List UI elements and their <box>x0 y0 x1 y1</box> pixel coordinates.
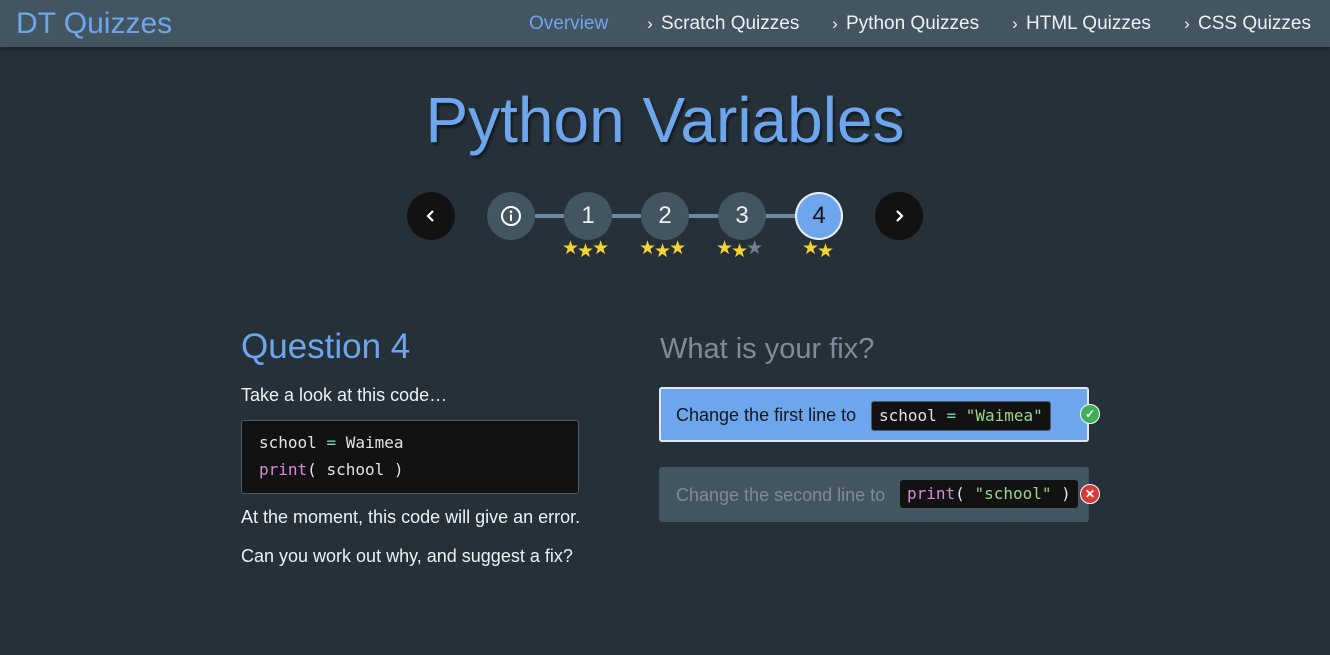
step-connector <box>612 214 641 218</box>
chevron-right-icon: › <box>647 14 653 33</box>
step-connector <box>766 214 795 218</box>
chevron-right-icon: › <box>1184 14 1190 33</box>
step-4-stars: ★★ <box>802 237 834 262</box>
wrong-cross-icon: ✕ <box>1080 484 1100 504</box>
step-info[interactable] <box>487 192 535 240</box>
star-filled-icon: ★ <box>562 238 579 259</box>
step-label: 2 <box>658 202 672 229</box>
top-nav: DT Quizzes Overview › Scratch Quizzes › Py… <box>0 0 1330 47</box>
step-label: 3 <box>735 202 749 229</box>
nav-link-label: Scratch Quizzes <box>661 13 800 34</box>
code-line-2: print( school ) <box>259 460 404 479</box>
step-3-stars: ★★★ <box>716 237 763 262</box>
step-2[interactable]: 2 <box>641 192 689 240</box>
page-title: Python Variables <box>425 84 905 156</box>
step-2-stars: ★★★ <box>639 237 686 262</box>
nav-link-label: Overview <box>529 13 609 34</box>
code-line-1: school = Waimea <box>259 433 404 452</box>
nav-link-label: Python Quizzes <box>846 13 980 34</box>
previous-button[interactable] <box>407 192 455 240</box>
star-empty-icon: ★ <box>746 238 763 259</box>
nav-link-html-quizzes[interactable]: › HTML Quizzes <box>1008 13 1151 35</box>
nav-link-css-quizzes[interactable]: › CSS Quizzes <box>1180 13 1311 35</box>
chevron-right-icon: › <box>1012 14 1018 33</box>
nav-link-scratch-quizzes[interactable]: › Scratch Quizzes <box>643 13 799 35</box>
answer-option-2[interactable]: Change the second line to print( "school… <box>659 467 1089 522</box>
code-block: school = Waimea print( school ) <box>241 420 579 494</box>
star-filled-icon: ★ <box>592 238 609 259</box>
question-intro: Take a look at this code… <box>241 385 448 405</box>
nav-link-label: HTML Quizzes <box>1026 13 1151 34</box>
question-problem: At the moment, this code will give an er… <box>241 507 581 527</box>
star-filled-icon: ★ <box>577 241 594 262</box>
step-connector <box>689 214 718 218</box>
chevron-right-icon <box>896 210 904 222</box>
step-4[interactable]: 4 <box>795 192 843 240</box>
answers-heading: What is your fix? <box>660 333 875 365</box>
site-brand[interactable]: DT Quizzes <box>16 6 172 42</box>
star-filled-icon: ★ <box>669 238 686 259</box>
chevron-left-icon <box>426 210 434 222</box>
answer-text: Change the first line to <box>676 405 857 425</box>
next-button[interactable] <box>875 192 923 240</box>
step-3[interactable]: 3 <box>718 192 766 240</box>
chevron-right-icon: › <box>832 14 838 33</box>
step-1-stars: ★★★ <box>562 237 609 262</box>
step-connector <box>535 214 564 218</box>
question-prompt: Can you work out why, and suggest a fix? <box>241 546 573 566</box>
nav-link-overview[interactable]: Overview <box>529 13 608 35</box>
star-filled-icon: ★ <box>716 238 733 259</box>
step-label: 1 <box>581 202 595 229</box>
star-filled-icon: ★ <box>802 238 819 259</box>
nav-link-python-quizzes[interactable]: › Python Quizzes <box>828 13 979 35</box>
info-icon <box>501 206 521 226</box>
answer-code: print( "school" ) <box>900 480 1078 508</box>
star-filled-icon: ★ <box>731 241 748 262</box>
star-filled-icon: ★ <box>817 241 834 262</box>
answer-text: Change the second line to <box>676 485 886 505</box>
answer-option-1[interactable]: Change the first line to school = "Waime… <box>659 387 1089 442</box>
question-heading: Question 4 <box>241 327 411 366</box>
star-filled-icon: ★ <box>639 238 656 259</box>
correct-check-icon: ✓ <box>1080 404 1100 424</box>
answer-code: school = "Waimea" <box>871 401 1051 431</box>
step-1[interactable]: 1 <box>564 192 612 240</box>
nav-link-label: CSS Quizzes <box>1198 13 1311 34</box>
star-filled-icon: ★ <box>654 241 671 262</box>
step-label: 4 <box>812 202 826 229</box>
